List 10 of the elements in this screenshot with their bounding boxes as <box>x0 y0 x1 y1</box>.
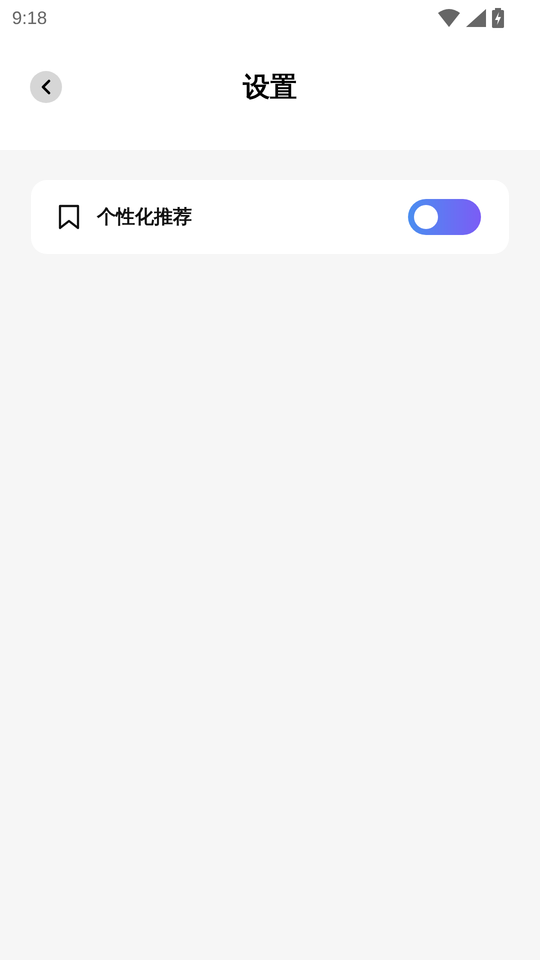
back-button[interactable] <box>30 71 62 103</box>
battery-icon <box>492 8 504 28</box>
page-title: 设置 <box>243 71 297 105</box>
signal-icon <box>466 9 486 27</box>
bookmark-icon <box>57 204 81 230</box>
toggle-switch[interactable] <box>408 199 481 235</box>
status-time: 9:18 <box>12 8 48 28</box>
chevron-left-icon <box>39 79 53 95</box>
setting-label: 个性化推荐 <box>97 205 193 230</box>
wifi-icon <box>438 9 460 27</box>
